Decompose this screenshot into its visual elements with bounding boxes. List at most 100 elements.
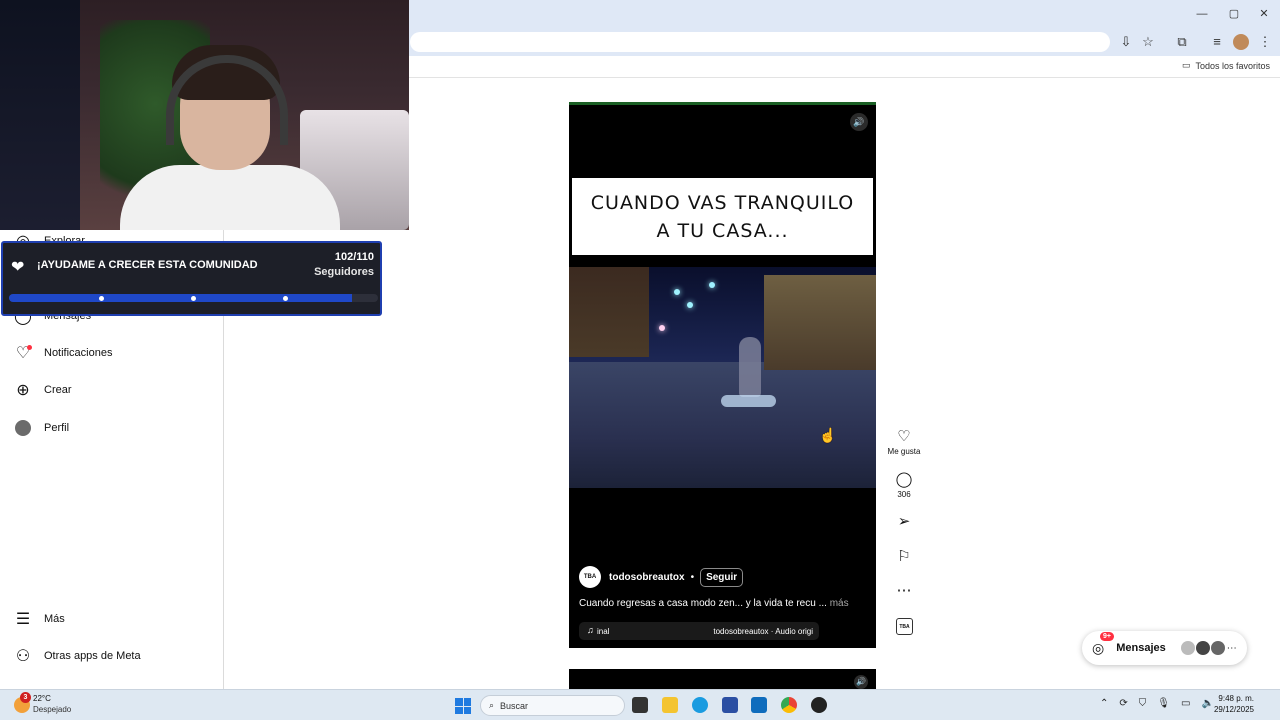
weather-description[interactable]: Despejado: [33, 705, 71, 714]
comment-bubble-icon: ◯: [895, 471, 913, 488]
store-icon[interactable]: [722, 697, 738, 713]
reel-caption: CUANDO VAS TRANQUILO A TU CASA...: [590, 191, 855, 242]
goal-subtitle: Seguidores: [314, 266, 374, 278]
bookmark-star-icon[interactable]: ☆: [1140, 34, 1156, 50]
reel-video-frame[interactable]: [569, 267, 876, 488]
heart-icon: ❤: [11, 259, 25, 276]
street-light: [674, 289, 680, 295]
reel-author-row: TBA todosobreautox • Seguir: [579, 566, 744, 588]
next-reel-card[interactable]: 🔊: [569, 669, 876, 689]
volume-icon[interactable]: 🔈: [1201, 698, 1213, 709]
volume-icon[interactable]: 🔊: [850, 113, 868, 131]
comments-button[interactable]: ◯ 306: [884, 471, 924, 500]
street-light: [709, 282, 715, 288]
hand-cursor-icon: ☝: [819, 427, 837, 443]
separator-dot: •: [690, 571, 695, 583]
avatar: [1195, 641, 1210, 655]
video-building: [764, 275, 876, 370]
weather-badge: 3: [20, 692, 31, 703]
save-button[interactable]: ⚐: [884, 549, 924, 565]
restore-icon[interactable]: ▢: [1224, 4, 1244, 24]
sidebar-item-label: Notificaciones: [44, 347, 113, 359]
video-rider: [739, 337, 761, 397]
video-street: [569, 362, 876, 488]
network-icon[interactable]: ▭: [1181, 698, 1190, 709]
browser-menu-icon[interactable]: ⋮: [1257, 34, 1273, 50]
start-button[interactable]: [455, 698, 471, 714]
profile-avatar-icon[interactable]: [1233, 34, 1249, 50]
sidebar-item-label: Más: [44, 613, 65, 625]
goal-title: ¡AYUDAME A CRECER ESTA COMUNIDAD: [37, 259, 258, 271]
sidebar-item-perfil[interactable]: Perfil: [14, 416, 69, 440]
system-tray: ⌃ ⟳ ⛉ 🎙 ▭ 🔈: [1100, 698, 1214, 709]
microphone-icon[interactable]: 🎙: [1157, 698, 1170, 709]
shield-icon[interactable]: ⛉: [1139, 698, 1147, 709]
car-light: [659, 325, 665, 331]
sync-icon[interactable]: ⟳: [1119, 698, 1127, 709]
messenger-icon: ◎ 9+: [1092, 631, 1114, 657]
bookmark-icon: ⚐: [897, 548, 911, 565]
outlook-icon[interactable]: [751, 697, 767, 713]
address-bar[interactable]: [410, 32, 1110, 52]
author-name[interactable]: todosobreautox: [609, 572, 685, 583]
avatar-icon: [14, 419, 32, 437]
weather-temperature[interactable]: 22°C: [33, 694, 51, 703]
street-light: [687, 302, 693, 308]
audio-thumbnail[interactable]: TBA: [896, 618, 913, 635]
all-bookmarks-label: Todos los favoritos: [1195, 60, 1270, 71]
audio-track-pill[interactable]: ♫ inal todosobreautox · Audio origi: [579, 622, 819, 640]
heart-icon: ♡: [897, 428, 911, 445]
sidebar-item-label: Otras apps de Meta: [44, 650, 141, 662]
minimize-icon[interactable]: —: [1192, 4, 1212, 24]
extensions-icon[interactable]: ⧉: [1174, 34, 1190, 50]
ellipsis-icon: ⋯: [896, 582, 912, 599]
search-icon: ⌕: [489, 700, 495, 710]
author-avatar[interactable]: TBA: [579, 566, 601, 588]
goal-milestone: [191, 296, 196, 301]
clock-time[interactable]: 9:48 p. m.: [1218, 694, 1254, 703]
chrome-icon[interactable]: [781, 697, 797, 713]
install-app-icon[interactable]: ⇩: [1118, 34, 1134, 50]
more-link[interactable]: más: [830, 598, 849, 609]
taskbar-search[interactable]: ⌕ Buscar: [480, 695, 625, 716]
like-label: Me gusta: [887, 447, 921, 456]
sidebar-item-crear[interactable]: ⊕ Crear: [14, 378, 71, 402]
like-button[interactable]: ♡ Me gusta: [884, 428, 924, 457]
plus-square-icon: ⊕: [16, 382, 30, 399]
video-scooter: [721, 395, 776, 407]
file-explorer-icon[interactable]: [662, 697, 678, 713]
clock-date[interactable]: 29/12/2025: [1214, 705, 1254, 714]
sidebar-item-notificaciones[interactable]: ♡ Notificaciones: [14, 341, 112, 365]
audio-title-left: inal: [597, 627, 610, 636]
media-control-icon[interactable]: ≡: [1209, 34, 1225, 50]
follow-button[interactable]: Seguir: [700, 567, 744, 587]
sidebar-item-mas[interactable]: ☰ Más: [14, 607, 65, 631]
share-button[interactable]: ➢: [884, 514, 924, 530]
heart-icon: ♡: [15, 345, 32, 362]
avatar: [1210, 641, 1225, 655]
edge-icon[interactable]: [692, 697, 708, 713]
windows-taskbar: 3 22°C Despejado ⌕ Buscar ⌃ ⟳ ⛉ 🎙 ▭ 🔈 9:…: [0, 689, 1280, 720]
ellipsis-icon: ⋯: [1226, 642, 1237, 654]
follower-goal-widget: ❤ ¡AYUDAME A CRECER ESTA COMUNIDAD 102/1…: [1, 241, 382, 316]
chevron-up-icon[interactable]: ⌃: [1100, 698, 1108, 709]
messages-label: Mensajes: [1116, 642, 1166, 654]
menu-icon: ☰: [15, 611, 31, 628]
folder-icon: ▭: [1181, 60, 1191, 70]
close-icon[interactable]: ✕: [1254, 4, 1274, 24]
reel-description-text: Cuando regresas a casa modo zen... y la …: [579, 598, 827, 609]
goal-milestone: [283, 296, 288, 301]
messages-floating-button[interactable]: ◎ 9+ Mensajes ⋯: [1082, 631, 1247, 665]
sidebar-item-otras-apps[interactable]: ⚇ Otras apps de Meta: [14, 644, 141, 668]
streamer-shirt: [120, 165, 340, 230]
obs-icon[interactable]: [811, 697, 827, 713]
reel-description[interactable]: Cuando regresas a casa modo zen... y la …: [579, 598, 849, 609]
more-options-button[interactable]: ⋯: [884, 583, 924, 599]
volume-icon[interactable]: 🔊: [854, 675, 868, 689]
all-bookmarks-button[interactable]: ▭ Todos los favoritos: [1182, 60, 1270, 71]
search-placeholder: Buscar: [500, 700, 529, 711]
reel-video-card[interactable]: 🔊 CUANDO VAS TRANQUILO A TU CASA... TBA …: [569, 102, 876, 648]
webcam-overlay: [0, 0, 409, 230]
send-icon: ➢: [897, 513, 911, 530]
task-view-icon[interactable]: [632, 697, 648, 713]
